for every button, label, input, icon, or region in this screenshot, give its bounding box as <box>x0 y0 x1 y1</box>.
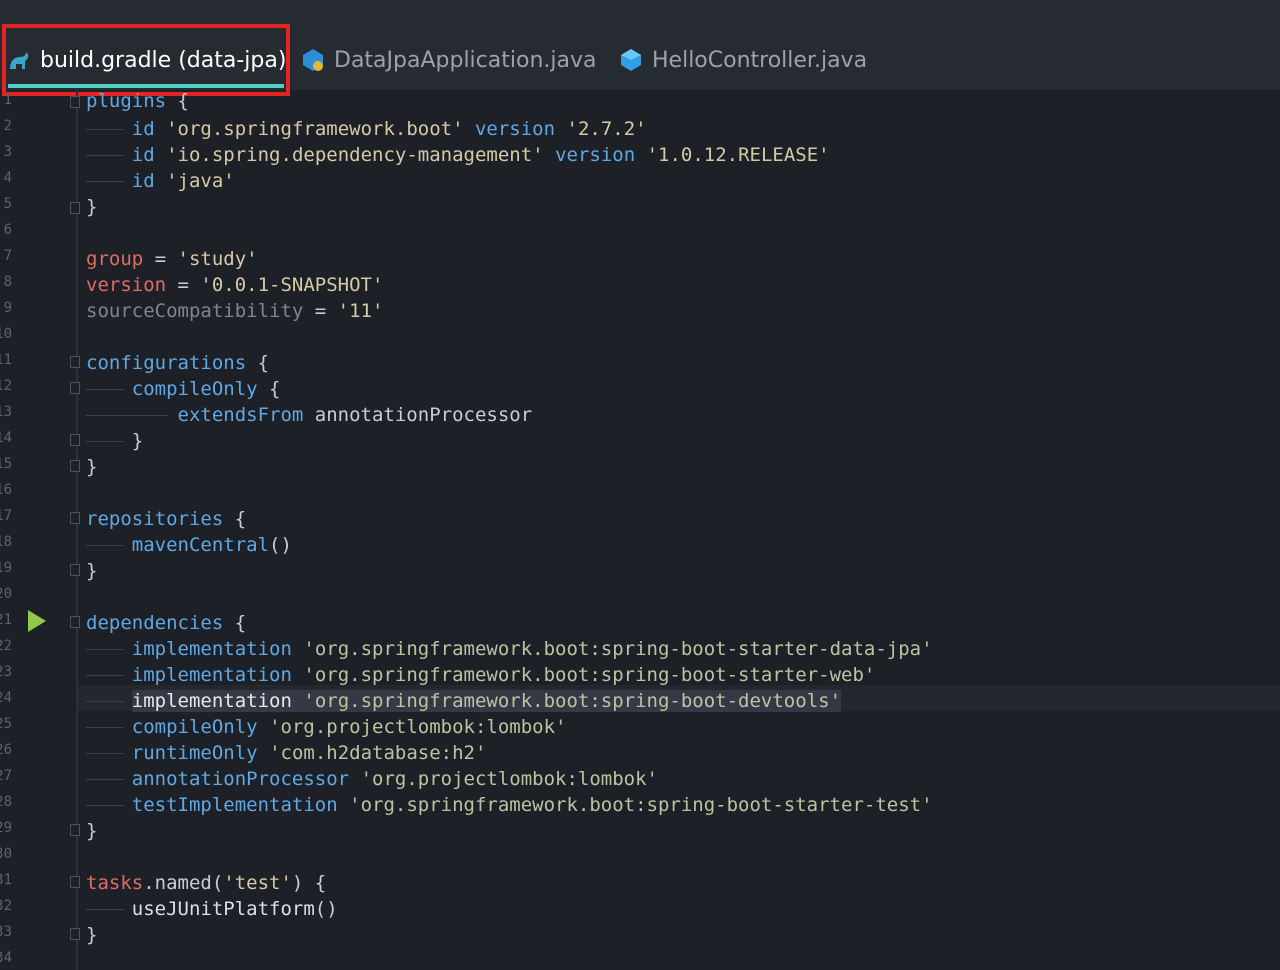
line-number: 12 <box>0 378 12 394</box>
run-icon[interactable] <box>28 610 46 632</box>
line-number: 15 <box>0 456 12 472</box>
line-number: 30 <box>0 846 12 862</box>
line-number: 2 <box>3 118 12 134</box>
editor-tab-bar: build.gradle (data-jpa) DataJpaApplicati… <box>0 0 1280 96</box>
line-numbers-gutter: 1234567891011121314151617181920212223242… <box>0 90 14 970</box>
code-line-12: compileOnly { <box>86 376 281 402</box>
line-number: 21 <box>0 612 12 628</box>
line-number: 34 <box>0 950 12 966</box>
fold-marker[interactable] <box>70 434 80 446</box>
line-number: 3 <box>3 144 12 160</box>
line-number: 31 <box>0 872 12 888</box>
code-line-14: } <box>86 428 143 454</box>
line-number: 25 <box>0 716 12 732</box>
tab-label: DataJpaApplication.java <box>334 47 597 73</box>
code-line-27: annotationProcessor 'org.projectlombok:l… <box>86 766 658 792</box>
line-number: 33 <box>0 924 12 940</box>
code-line-25: compileOnly 'org.projectlombok:lombok' <box>86 714 566 740</box>
code-line-26: runtimeOnly 'com.h2database:h2' <box>86 740 486 766</box>
fold-marker[interactable] <box>70 460 80 472</box>
line-number: 8 <box>3 274 12 290</box>
code-line-5: } <box>86 196 98 218</box>
line-number: 29 <box>0 820 12 836</box>
code-line-17: repositories { <box>86 508 247 530</box>
line-number: 9 <box>3 300 12 316</box>
code-line-22: implementation 'org.springframework.boot… <box>86 636 933 662</box>
line-number: 1 <box>3 92 12 108</box>
fold-marker[interactable] <box>70 824 80 836</box>
tab-build-gradle[interactable]: build.gradle (data-jpa) <box>6 30 286 90</box>
code-line-13: extendsFrom annotationProcessor <box>86 402 532 428</box>
line-number: 4 <box>3 170 12 186</box>
code-line-24: implementation 'org.springframework.boot… <box>86 688 842 714</box>
java-class-run-icon <box>300 47 326 73</box>
fold-marker[interactable] <box>70 96 80 108</box>
line-number: 13 <box>0 404 12 420</box>
tab-hello-controller[interactable]: HelloController.java <box>618 30 867 90</box>
line-number: 14 <box>0 430 12 446</box>
fold-marker[interactable] <box>70 356 80 368</box>
line-number: 27 <box>0 768 12 784</box>
line-number: 20 <box>0 586 12 602</box>
line-number: 23 <box>0 664 12 680</box>
code-line-9: sourceCompatibility = '11' <box>86 300 384 322</box>
line-number: 10 <box>0 326 12 342</box>
line-number: 18 <box>0 534 12 550</box>
line-number: 11 <box>0 352 12 368</box>
fold-marker[interactable] <box>70 616 80 628</box>
code-line-15: } <box>86 456 98 478</box>
code-line-2: id 'org.springframework.boot' version '2… <box>86 116 647 142</box>
code-line-21: dependencies { <box>86 612 247 634</box>
line-number: 16 <box>0 482 12 498</box>
line-number: 5 <box>3 196 12 212</box>
gradle-icon <box>6 47 32 73</box>
code-line-33: } <box>86 924 98 946</box>
line-number: 32 <box>0 898 12 914</box>
fold-marker[interactable] <box>70 928 80 940</box>
fold-marker[interactable] <box>70 564 80 576</box>
fold-marker[interactable] <box>70 876 80 888</box>
code-line-32: useJUnitPlatform() <box>86 896 338 922</box>
code-editor[interactable]: 1234567891011121314151617181920212223242… <box>0 90 1280 970</box>
code-line-31: tasks.named('test') { <box>86 872 327 894</box>
line-number: 7 <box>3 248 12 264</box>
line-number: 17 <box>0 508 12 524</box>
fold-marker[interactable] <box>70 512 80 524</box>
code-line-7: group = 'study' <box>86 248 258 270</box>
active-tab-indicator <box>8 84 284 88</box>
code-line-18: mavenCentral() <box>86 532 292 558</box>
code-line-29: } <box>86 820 98 842</box>
line-number: 19 <box>0 560 12 576</box>
gutter-separator <box>76 90 78 970</box>
code-line-11: configurations { <box>86 352 270 374</box>
code-line-28: testImplementation 'org.springframework.… <box>86 792 933 818</box>
code-line-19: } <box>86 560 98 582</box>
tab-label: HelloController.java <box>652 47 868 73</box>
line-number: 22 <box>0 638 12 654</box>
line-number: 6 <box>3 222 12 238</box>
line-number: 28 <box>0 794 12 810</box>
fold-marker[interactable] <box>70 382 80 394</box>
code-line-4: id 'java' <box>86 168 235 194</box>
tab-data-jpa-application[interactable]: DataJpaApplication.java <box>300 30 596 90</box>
line-number: 24 <box>0 690 12 706</box>
code-line-3: id 'io.spring.dependency-management' ver… <box>86 142 830 168</box>
tab-label: build.gradle (data-jpa) <box>40 47 287 73</box>
line-number: 26 <box>0 742 12 758</box>
code-line-23: implementation 'org.springframework.boot… <box>86 662 875 688</box>
code-line-8: version = '0.0.1-SNAPSHOT' <box>86 274 384 296</box>
fold-marker[interactable] <box>70 202 80 214</box>
code-line-1: plugins { <box>86 90 189 112</box>
java-class-icon <box>618 47 644 73</box>
